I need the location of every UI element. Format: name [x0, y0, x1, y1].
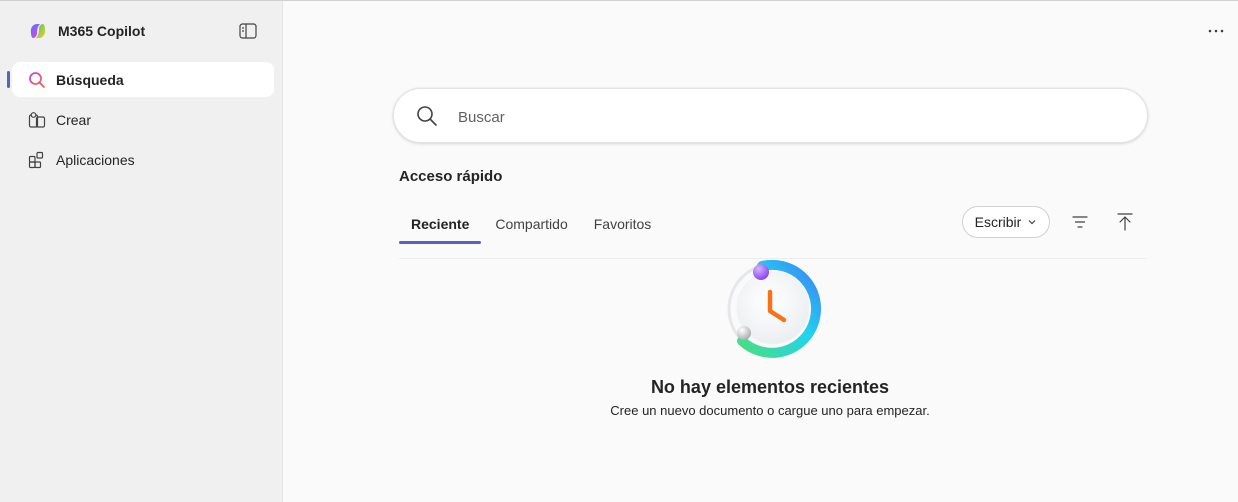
write-button[interactable]: Escribir — [962, 206, 1050, 238]
brand: M365 Copilot — [28, 21, 145, 41]
sidebar: M365 Copilot Búsqueda Crear Aplicaciones — [0, 1, 283, 502]
empty-state-title: No hay elementos recientes — [650, 377, 890, 397]
sidebar-item-busqueda[interactable]: Búsqueda — [7, 62, 274, 97]
filter-icon[interactable] — [1070, 212, 1090, 232]
tab-reciente[interactable]: Reciente — [399, 205, 482, 244]
create-icon — [28, 111, 46, 128]
tab-favoritos[interactable]: Favoritos — [582, 205, 664, 242]
app-window: M365 Copilot Búsqueda Crear Aplicaciones… — [0, 0, 1238, 502]
copilot-logo-icon — [30, 24, 46, 38]
sidebar-item-label: Aplicaciones — [56, 151, 135, 168]
search-icon — [417, 106, 437, 126]
sidebar-item-crear[interactable]: Crear — [12, 102, 274, 137]
sidebar-item-label: Búsqueda — [56, 71, 124, 88]
search-box[interactable] — [393, 88, 1148, 143]
sidebar-item-label: Crear — [56, 111, 92, 128]
sidebar-nav: Búsqueda Crear Aplicaciones — [7, 62, 274, 182]
upload-icon[interactable] — [1116, 212, 1134, 232]
sidebar-item-aplicaciones[interactable]: Aplicaciones — [12, 142, 274, 177]
tab-compartido[interactable]: Compartido — [483, 205, 579, 242]
empty-state-subtitle: Cree un nuevo documento o cargue uno par… — [610, 403, 930, 418]
recent-clock-illustration-icon — [727, 259, 821, 358]
app-title: M365 Copilot — [58, 23, 146, 39]
more-options-icon[interactable] — [1206, 23, 1226, 39]
quick-access-tabs: Reciente Compartido Favoritos — [399, 205, 665, 244]
search-icon — [29, 71, 45, 88]
apps-icon — [28, 151, 44, 168]
section-title: Acceso rápido — [399, 168, 503, 185]
sidebar-toggle-icon[interactable] — [239, 23, 257, 39]
chevron-down-icon — [1028, 220, 1036, 225]
write-button-label: Escribir — [974, 214, 1022, 230]
search-input[interactable] — [456, 101, 1120, 133]
